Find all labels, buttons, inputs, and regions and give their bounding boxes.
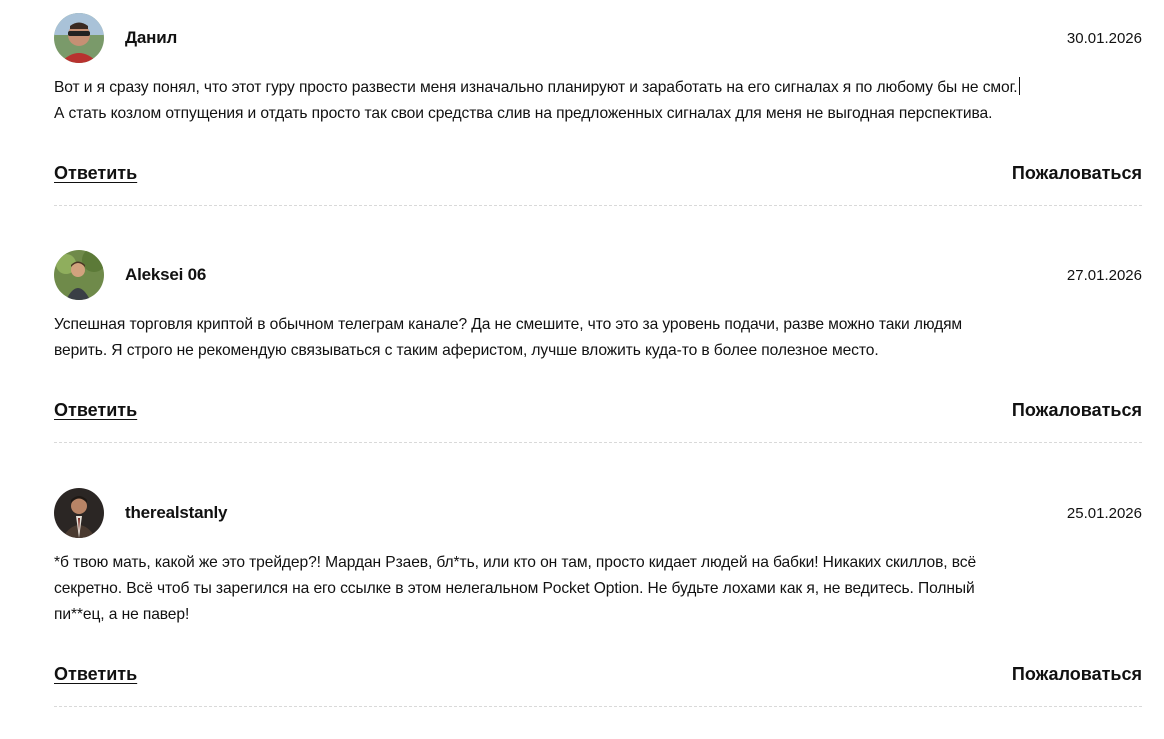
comment-author: Aleksei 06 — [125, 265, 207, 284]
comment-actions: Ответить Пожаловаться — [54, 163, 1142, 187]
comment-header: therealstanly 25.01.2026 — [54, 488, 1142, 538]
comment-text-line: *б твою мать, какой же это трейдер?! Мар… — [54, 554, 977, 571]
comment-header: Aleksei 06 27.01.2026 — [54, 250, 1142, 300]
user-avatar-icon — [54, 250, 104, 300]
comment-text-line: Успешная торговля криптой в обычном теле… — [54, 316, 963, 333]
user-avatar-icon — [54, 488, 104, 538]
comment-text-line: верить. Я строго не рекомендую связывать… — [54, 342, 879, 359]
comment-item: therealstanly 25.01.2026 *б твою мать, к… — [54, 488, 1142, 707]
comment-actions: Ответить Пожаловаться — [54, 664, 1142, 688]
comment-text-line: пи**ец, а не павер! — [54, 606, 190, 623]
comment-text: *б твою мать, какой же это трейдер?! Мар… — [54, 550, 1142, 628]
reply-link[interactable]: Ответить — [54, 664, 137, 685]
comment-author: Данил — [125, 28, 178, 47]
comment-text: Успешная торговля криптой в обычном теле… — [54, 312, 1142, 364]
comment-date: 27.01.2026 — [1066, 267, 1142, 284]
reply-link[interactable]: Ответить — [54, 400, 137, 421]
comment-text-line: секретно. Всё чтоб ты зарегился на его с… — [54, 580, 975, 597]
comments-list: Данил 30.01.2026 Вот и я сразу понял, чт… — [0, 0, 1164, 739]
reply-link[interactable]: Ответить — [54, 163, 137, 184]
comment-text-line: А стать козлом отпущения и отдать просто… — [54, 105, 993, 122]
text-cursor-icon — [1018, 77, 1020, 95]
report-link[interactable]: Пожаловаться — [1012, 163, 1142, 184]
comment-item: Данил 30.01.2026 Вот и я сразу понял, чт… — [54, 13, 1142, 206]
avatar — [54, 488, 104, 538]
comment-divider — [54, 205, 1142, 206]
user-avatar-icon — [54, 13, 104, 63]
report-link[interactable]: Пожаловаться — [1012, 400, 1142, 421]
report-link[interactable]: Пожаловаться — [1012, 664, 1142, 685]
avatar — [54, 13, 104, 63]
comment-author: therealstanly — [125, 503, 228, 522]
comment-divider — [54, 706, 1142, 707]
comment-item: Aleksei 06 27.01.2026 Успешная торговля … — [54, 250, 1142, 443]
comment-date: 25.01.2026 — [1066, 505, 1142, 522]
comment-text: Вот и я сразу понял, что этот гуру прост… — [54, 75, 1142, 127]
comment-divider — [54, 442, 1142, 443]
comment-header: Данил 30.01.2026 — [54, 13, 1142, 63]
comment-text-line: Вот и я сразу понял, что этот гуру прост… — [54, 77, 1020, 96]
comment-actions: Ответить Пожаловаться — [54, 400, 1142, 424]
comment-date: 30.01.2026 — [1066, 30, 1142, 47]
avatar — [54, 250, 104, 300]
